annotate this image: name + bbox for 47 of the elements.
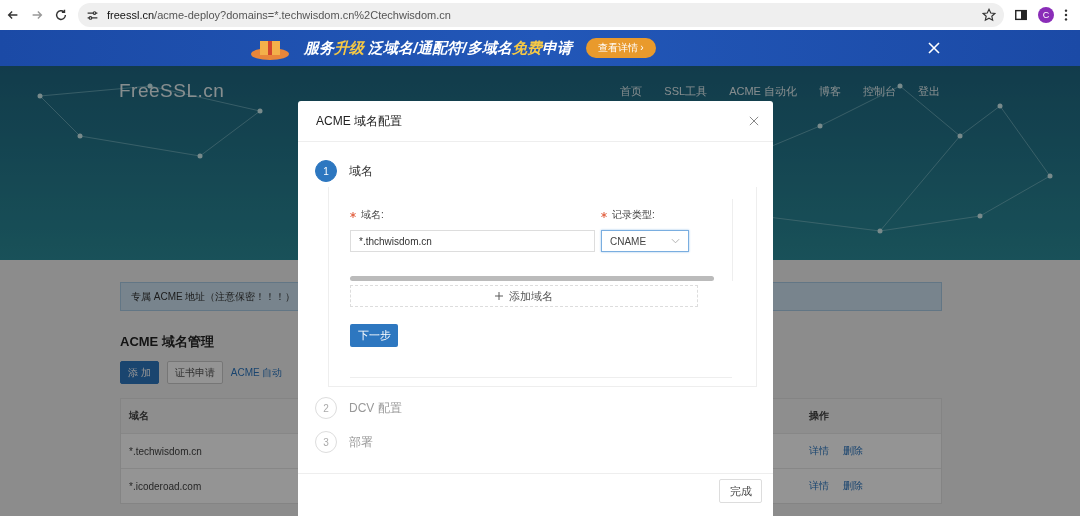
table-cell-text: *.techwisdom.cn bbox=[128, 445, 203, 457]
action-link[interactable]: 删除 bbox=[843, 444, 863, 458]
field-label: 域名: bbox=[361, 208, 384, 222]
nav-link[interactable]: 首页 bbox=[620, 83, 643, 99]
nav-link[interactable]: 登出 bbox=[918, 83, 940, 99]
nav-link[interactable]: 控制台 bbox=[863, 83, 896, 99]
domain-input[interactable]: *.thchwisdom.cn bbox=[350, 230, 595, 252]
link[interactable]: ACME 自动 bbox=[230, 361, 283, 384]
url-text: freessl.cn/acme-deploy?domains=*.techwisdom.cn%2Ctechwisdom.cn bbox=[107, 9, 452, 21]
step-label: 部署 bbox=[349, 433, 373, 451]
step-label: 域名 bbox=[349, 162, 373, 180]
section-heading: ACME 域名管理 bbox=[120, 333, 214, 351]
scrollbar[interactable] bbox=[350, 276, 714, 281]
action-link[interactable]: 删除 bbox=[843, 479, 863, 493]
forward-icon[interactable] bbox=[30, 8, 44, 22]
table-cell-text: *.icoderoad.com bbox=[128, 480, 203, 492]
action-link[interactable]: 详情 bbox=[809, 479, 829, 493]
step-label: DCV 配置 bbox=[349, 399, 402, 417]
sidebar-icon[interactable] bbox=[1014, 8, 1028, 22]
record-type-select[interactable]: CNAME bbox=[601, 230, 689, 252]
menu-icon[interactable] bbox=[1064, 8, 1068, 22]
close-icon[interactable] bbox=[749, 116, 759, 126]
certificate-button[interactable]: 证书申请 bbox=[166, 361, 223, 384]
promo-slogan: 服务升级 泛域名/通配符/多域名免费申请 bbox=[304, 38, 572, 58]
nav-link[interactable]: SSL工具 bbox=[664, 83, 708, 99]
step-number: 1 bbox=[315, 160, 337, 182]
chevron-icon bbox=[671, 238, 680, 244]
back-icon[interactable] bbox=[6, 8, 20, 22]
reload-icon[interactable] bbox=[54, 8, 68, 22]
dialog-title: ACME 域名配置 bbox=[316, 112, 402, 130]
plus-icon bbox=[495, 292, 503, 300]
column-header: 操作 bbox=[808, 409, 830, 423]
nav-link[interactable]: ACME 自动化 bbox=[729, 83, 797, 99]
nav-link[interactable]: 博客 bbox=[819, 83, 841, 99]
address-bar[interactable]: freessl.cn/acme-deploy?domains=*.techwisdom.cn%2Ctechwisdom.cn bbox=[78, 3, 1004, 27]
finish-button[interactable]: 完成 bbox=[719, 479, 762, 503]
field-label: 记录类型: bbox=[612, 208, 655, 222]
add-button[interactable]: 添 加 bbox=[120, 361, 159, 384]
site-settings-icon[interactable] bbox=[86, 8, 99, 22]
site-logo[interactable]: FreeSSL.cn bbox=[119, 80, 225, 102]
add-domain-button[interactable]: 添加域名 bbox=[350, 285, 698, 307]
action-link[interactable]: 详情 bbox=[809, 444, 829, 458]
profile-avatar[interactable]: C bbox=[1038, 7, 1054, 23]
details-button[interactable]: 查看详情 › bbox=[585, 38, 656, 58]
star-icon[interactable] bbox=[982, 8, 996, 22]
column-header: 域名 bbox=[128, 409, 150, 423]
next-button[interactable]: 下一步 bbox=[350, 324, 398, 347]
